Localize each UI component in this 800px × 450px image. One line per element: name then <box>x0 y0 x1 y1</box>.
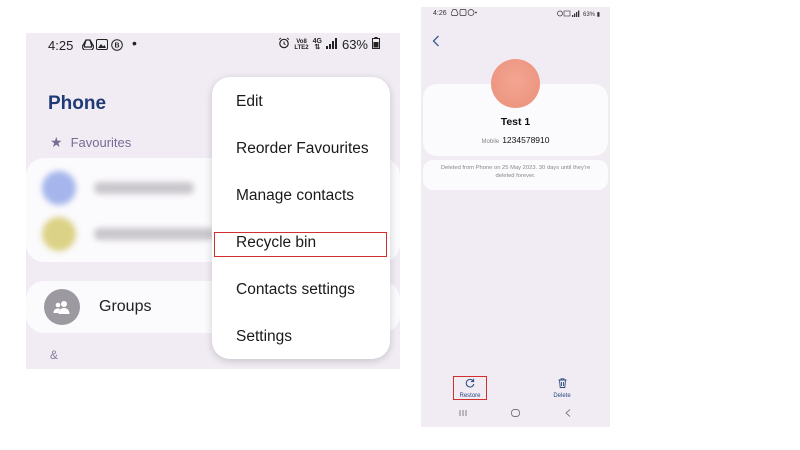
trash-icon <box>546 378 578 391</box>
battery-icon: ▮ <box>596 12 600 18</box>
avatar <box>42 171 76 205</box>
signal-icon <box>325 37 338 52</box>
menu-item-edit[interactable]: Edit <box>236 93 263 111</box>
menu-item-reorder-favourites[interactable]: Reorder Favourites <box>236 140 369 158</box>
menu-item-settings[interactable]: Settings <box>236 328 292 346</box>
blurred-contact-name <box>94 182 194 194</box>
mobile-row: Mobile 1234578910 <box>421 135 610 145</box>
list-item[interactable] <box>42 168 194 208</box>
recycle-bin-contact-screen: 4:26 63% ▮ Test 1 Mobile 1234578910 Delet <box>421 7 610 427</box>
mobile-number[interactable]: 1234578910 <box>502 135 549 145</box>
notification-dot-icon: • <box>132 35 137 51</box>
battery-percent: 63% <box>583 12 596 18</box>
status-right-icons: 63% ▮ <box>557 10 600 18</box>
status-bar: 4:25 B • Vo8 LTE2 4G ⇅ 63% <box>26 33 400 57</box>
index-header: & <box>50 348 59 362</box>
battery-icon <box>372 37 380 52</box>
status-left-icons <box>450 9 477 18</box>
alarm-icon <box>278 37 290 52</box>
svg-text:B: B <box>114 43 119 50</box>
avatar <box>491 59 540 108</box>
back-nav-icon[interactable] <box>565 409 571 419</box>
groups-label: Groups <box>99 298 152 315</box>
overflow-menu: Edit Reorder Favourites Manage contacts … <box>212 77 390 359</box>
menu-item-contacts-settings[interactable]: Contacts settings <box>236 281 355 299</box>
gallery-icon <box>96 39 108 53</box>
favourites-label: Favourites <box>70 135 132 150</box>
status-time: 4:26 <box>433 10 447 17</box>
page-title: Phone <box>48 93 107 114</box>
blurred-contact-name <box>94 228 214 240</box>
back-button[interactable] <box>432 34 440 51</box>
chevron-left-icon <box>432 35 439 47</box>
volte-indicator: Vo8 LTE2 <box>294 38 309 51</box>
home-icon[interactable] <box>511 409 520 419</box>
delete-button[interactable]: Delete <box>546 378 578 399</box>
recents-icon[interactable] <box>459 409 467 419</box>
menu-item-manage-contacts[interactable]: Manage contacts <box>236 187 354 205</box>
delete-label: Delete <box>553 393 571 399</box>
deleted-notice: Deleted from Phone on 25 May 2023. 30 da… <box>423 160 608 190</box>
list-item[interactable] <box>42 214 214 254</box>
status-bar: 4:26 63% ▮ <box>421 7 610 21</box>
avatar <box>42 217 76 251</box>
drive-icon <box>81 39 95 53</box>
network-type: 4G ⇅ <box>312 37 322 51</box>
restore-highlight <box>453 376 487 400</box>
recycle-bin-highlight <box>214 232 387 257</box>
favourites-header: ★ Favourites <box>50 134 131 151</box>
navigation-bar <box>421 407 610 423</box>
groups-icon <box>44 289 80 325</box>
status-time: 4:25 <box>48 38 74 53</box>
b-badge-icon: B <box>111 39 123 54</box>
star-icon: ★ <box>50 134 63 150</box>
battery-percent: 63% <box>341 37 368 52</box>
mobile-label: Mobile <box>481 139 500 145</box>
phone-contacts-screen: 4:25 B • Vo8 LTE2 4G ⇅ 63% Phone ★ Favou… <box>26 33 400 369</box>
contact-name: Test 1 <box>500 116 531 128</box>
